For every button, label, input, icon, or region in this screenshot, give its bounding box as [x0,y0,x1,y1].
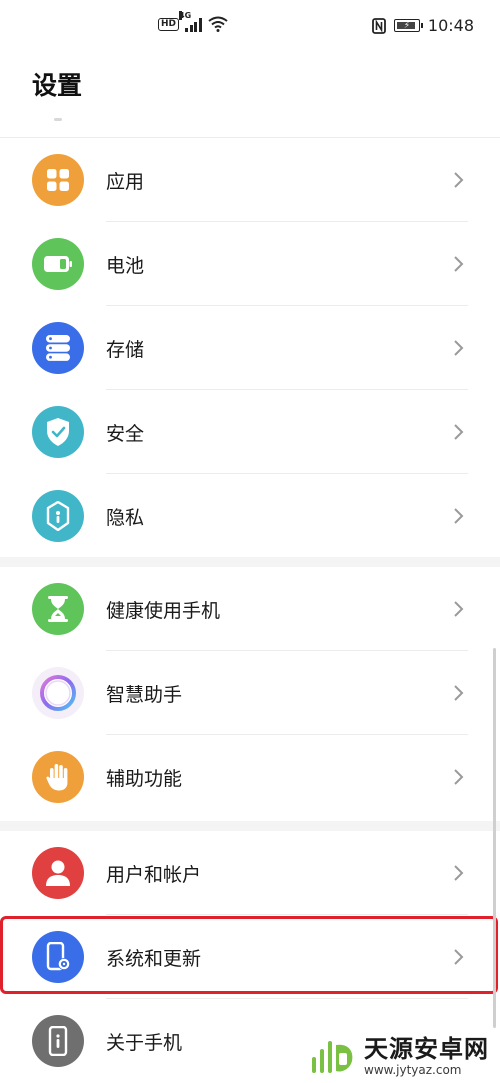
chevron-right-icon [454,508,464,524]
settings-item-label: 关于手机 [106,1031,183,1054]
settings-item-accessibility[interactable]: 辅助功能 [0,735,500,819]
phone-info-icon [32,1015,84,1067]
settings-item-label: 用户和帐户 [106,863,202,886]
settings-item-label: 健康使用手机 [106,599,221,622]
settings-item-digital-balance[interactable]: 健康使用手机 [0,567,500,651]
watermark: 天源安卓网 www.jytyaz.com [308,1030,500,1083]
hd-badge: HD [158,17,180,31]
cellular-signal-icon: 4G [179,11,202,32]
settings-item-system-updates[interactable]: 系统和更新 [0,915,500,999]
hand-icon [32,751,84,803]
settings-item-security[interactable]: 安全 [0,390,500,474]
assistant-ring-icon [32,667,84,719]
page-title: 设置 [32,71,83,100]
status-right: ⚡ 10:48 [371,16,474,35]
scrollbar[interactable] [493,648,496,1028]
network-type: 4G [179,11,192,20]
settings-item-label: 隐私 [106,506,145,529]
chevron-right-icon [454,424,464,440]
clock: 10:48 [427,16,474,35]
scroll-top-indicator [54,118,62,121]
chevron-right-icon [454,865,464,881]
watermark-url: www.jytyaz.com [364,1063,462,1077]
hourglass-icon [32,583,84,635]
battery-status-icon: ⚡ [393,19,423,32]
shield-check-icon [32,406,84,458]
battery-icon [32,238,84,290]
chevron-right-icon [454,601,464,617]
privacy-lock-icon [32,490,84,542]
status-bar: HD 4G ⚡ 10:48 [0,0,500,56]
settings-item-label: 安全 [106,422,145,445]
settings-item-label: 电池 [106,254,145,277]
chevron-right-icon [454,769,464,785]
status-center: HD 4G [158,11,228,32]
chevron-right-icon [454,949,464,965]
settings-item-apps[interactable]: 应用 [0,138,500,222]
group-separator [0,821,500,831]
watermark-title: 天源安卓网 [364,1035,489,1063]
settings-group-1: 应用 电池 存储 安全 隐私 [0,137,500,558]
settings-item-label: 应用 [106,170,145,193]
group-separator [0,557,500,567]
settings-item-privacy[interactable]: 隐私 [0,474,500,558]
settings-item-label: 系统和更新 [106,947,202,970]
chevron-right-icon [454,172,464,188]
apps-grid-icon [32,154,84,206]
user-icon [32,847,84,899]
chevron-right-icon [454,340,464,356]
settings-item-label: 智慧助手 [106,683,183,706]
storage-icon [32,322,84,374]
nfc-icon [371,17,386,34]
settings-item-label: 辅助功能 [106,767,183,790]
settings-item-label: 存储 [106,338,145,361]
chevron-right-icon [454,685,464,701]
system-phone-gear-icon [32,931,84,983]
chevron-right-icon [454,256,464,272]
settings-item-battery[interactable]: 电池 [0,222,500,306]
wifi-icon [207,16,228,32]
settings-item-smart-assistant[interactable]: 智慧助手 [0,651,500,735]
settings-group-2: 健康使用手机 智慧助手 辅助功能 [0,567,500,819]
watermark-text: 天源安卓网 www.jytyaz.com [364,1037,489,1076]
watermark-logo-icon [312,1040,353,1073]
settings-item-users-accounts[interactable]: 用户和帐户 [0,831,500,915]
settings-item-storage[interactable]: 存储 [0,306,500,390]
